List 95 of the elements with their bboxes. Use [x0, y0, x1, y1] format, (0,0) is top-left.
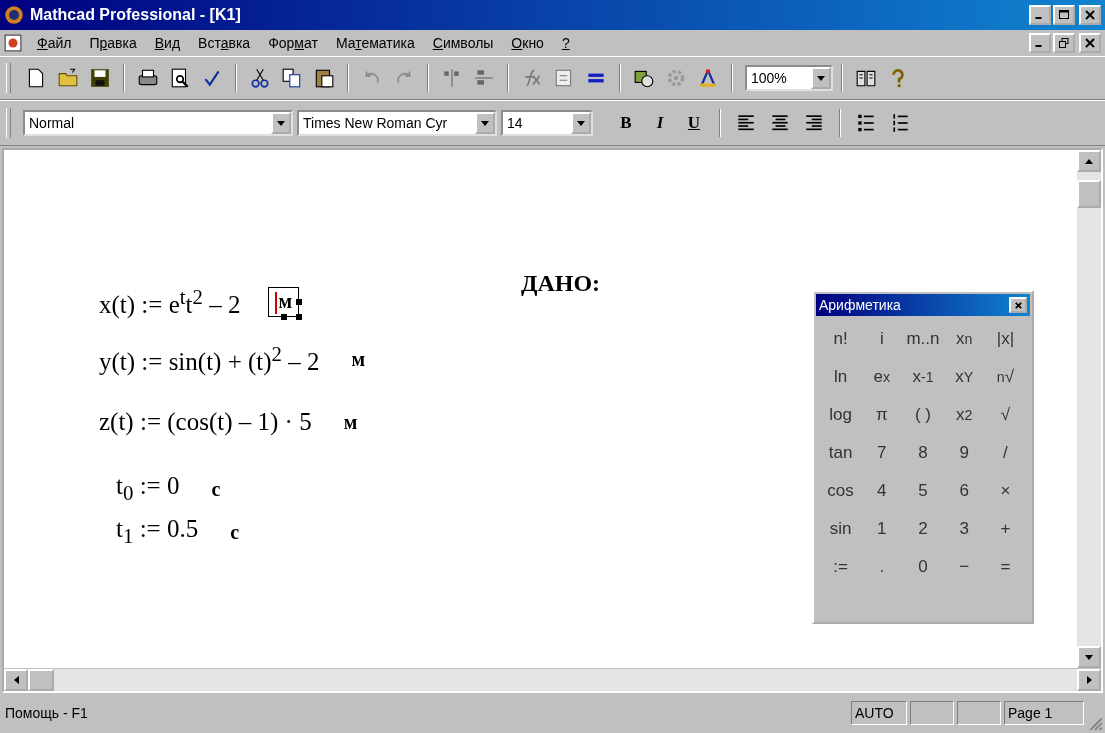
scroll-up-button[interactable]: [1077, 150, 1101, 172]
scroll-down-button[interactable]: [1077, 646, 1101, 668]
menu-item[interactable]: ?: [554, 33, 577, 53]
bold-button[interactable]: B: [611, 108, 641, 138]
scroll-right-button[interactable]: [1077, 669, 1101, 691]
restore-icon: [1059, 38, 1069, 48]
scrollbar-thumb[interactable]: [1077, 180, 1101, 208]
palette-key[interactable]: 3: [943, 512, 985, 546]
close-icon: [1085, 10, 1095, 20]
close-icon: [1085, 38, 1095, 48]
status-text: Помощь - F1: [4, 704, 89, 723]
status-panel: [957, 701, 1001, 725]
minimize-button[interactable]: [1029, 33, 1051, 53]
zoom-dropdown[interactable]: 100%: [745, 65, 833, 91]
status-panel: [910, 701, 954, 725]
menu-item[interactable]: Окно: [504, 33, 551, 53]
palette-key[interactable]: cos: [820, 474, 862, 508]
palette-key[interactable]: m..n: [902, 322, 944, 356]
italic-button[interactable]: I: [645, 108, 675, 138]
minimize-icon: [1035, 45, 1042, 47]
unit-placeholder[interactable]: м: [337, 408, 364, 436]
up-arrow-icon: [1085, 158, 1093, 164]
resize-grip-icon[interactable]: [1087, 715, 1103, 731]
palette-key[interactable]: 2: [902, 512, 944, 546]
palette-key[interactable]: i: [861, 322, 903, 356]
close-button[interactable]: [1079, 33, 1101, 53]
palette-key[interactable]: √: [984, 398, 1026, 432]
menu-item[interactable]: Вставка: [191, 33, 258, 53]
window-title: Mathcad Professional - [K1]: [30, 6, 242, 24]
math-expression: x(t) := e$^{t}$t$^{2}$ – 2: [99, 285, 241, 320]
palette-key[interactable]: /: [984, 436, 1026, 470]
palette-key[interactable]: −: [943, 550, 985, 584]
vertical-scrollbar[interactable]: [1077, 150, 1101, 668]
unit-placeholder[interactable]: м: [268, 286, 300, 318]
close-icon: [1013, 300, 1023, 310]
palette-key[interactable]: |x|: [984, 322, 1026, 356]
palette-key[interactable]: sin: [820, 512, 862, 546]
unit-placeholder[interactable]: с: [224, 518, 246, 546]
palette-title: Арифметика: [819, 297, 901, 313]
font-size-dropdown[interactable]: 14: [501, 110, 593, 136]
palette-key[interactable]: 0: [902, 550, 944, 584]
style-dropdown[interactable]: Normal: [23, 110, 293, 136]
math-expression: t$_{0}$ := 0: [116, 472, 180, 506]
minimize-button[interactable]: [1029, 5, 1051, 25]
close-button[interactable]: [1009, 297, 1027, 313]
palette-key[interactable]: n!: [820, 322, 862, 356]
palette-key[interactable]: ×: [984, 474, 1026, 508]
menu-item[interactable]: Формат: [261, 33, 325, 53]
maximize-icon: [1059, 10, 1069, 20]
app-icon: [4, 5, 24, 25]
palette-key[interactable]: tan: [820, 436, 862, 470]
palette-key[interactable]: 7: [861, 436, 903, 470]
right-arrow-icon: [1086, 676, 1092, 684]
maximize-button[interactable]: [1053, 5, 1075, 25]
math-expression: y(t) := sin(t) + (t)$^{2}$ – 2: [99, 342, 320, 377]
underline-button[interactable]: U: [679, 108, 709, 138]
status-page: Page 1: [1004, 701, 1084, 725]
palette-key[interactable]: 5: [902, 474, 944, 508]
left-arrow-icon: [13, 676, 19, 684]
palette-key[interactable]: 6: [943, 474, 985, 508]
palette-key[interactable]: 9: [943, 436, 985, 470]
document-icon[interactable]: [4, 34, 22, 52]
horizontal-scrollbar[interactable]: [4, 668, 1101, 691]
palette-key[interactable]: =: [984, 550, 1026, 584]
menu-item[interactable]: Символы: [425, 33, 501, 53]
status-mode: AUTO: [851, 701, 907, 725]
unit-placeholder[interactable]: с: [205, 475, 227, 503]
unit-placeholder[interactable]: м: [345, 345, 372, 373]
dropdown-arrow-icon: [277, 120, 285, 126]
menu-item[interactable]: Математика: [328, 33, 422, 53]
scroll-left-button[interactable]: [4, 669, 28, 691]
minimize-icon: [1035, 17, 1042, 19]
palette-key[interactable]: +: [984, 512, 1026, 546]
dropdown-arrow-icon: [577, 120, 585, 126]
close-button[interactable]: [1079, 5, 1101, 25]
palette-key[interactable]: log: [820, 398, 862, 432]
scrollbar-thumb[interactable]: [28, 669, 54, 691]
menu-item[interactable]: Вид: [147, 33, 188, 53]
restore-button[interactable]: [1053, 33, 1075, 53]
dropdown-arrow-icon: [481, 120, 489, 126]
palette-key[interactable]: ( ): [902, 398, 944, 432]
palette-key[interactable]: 8: [902, 436, 944, 470]
dropdown-arrow-icon: [817, 75, 825, 81]
down-arrow-icon: [1085, 654, 1093, 660]
menu-item[interactable]: Правка: [82, 33, 144, 53]
palette-key[interactable]: :=: [820, 550, 862, 584]
palette-key[interactable]: π: [861, 398, 903, 432]
menu-item[interactable]: Файл: [30, 33, 79, 53]
palette-key[interactable]: 1: [861, 512, 903, 546]
math-expression: t$_{1}$ := 0.5: [116, 515, 199, 549]
palette-key[interactable]: ln: [820, 360, 862, 394]
palette-key[interactable]: 4: [861, 474, 903, 508]
math-expression: z(t) := (cos(t) – 1) · 5: [99, 408, 312, 436]
palette-key[interactable]: .: [861, 550, 903, 584]
font-dropdown[interactable]: Times New Roman Cyr: [297, 110, 497, 136]
